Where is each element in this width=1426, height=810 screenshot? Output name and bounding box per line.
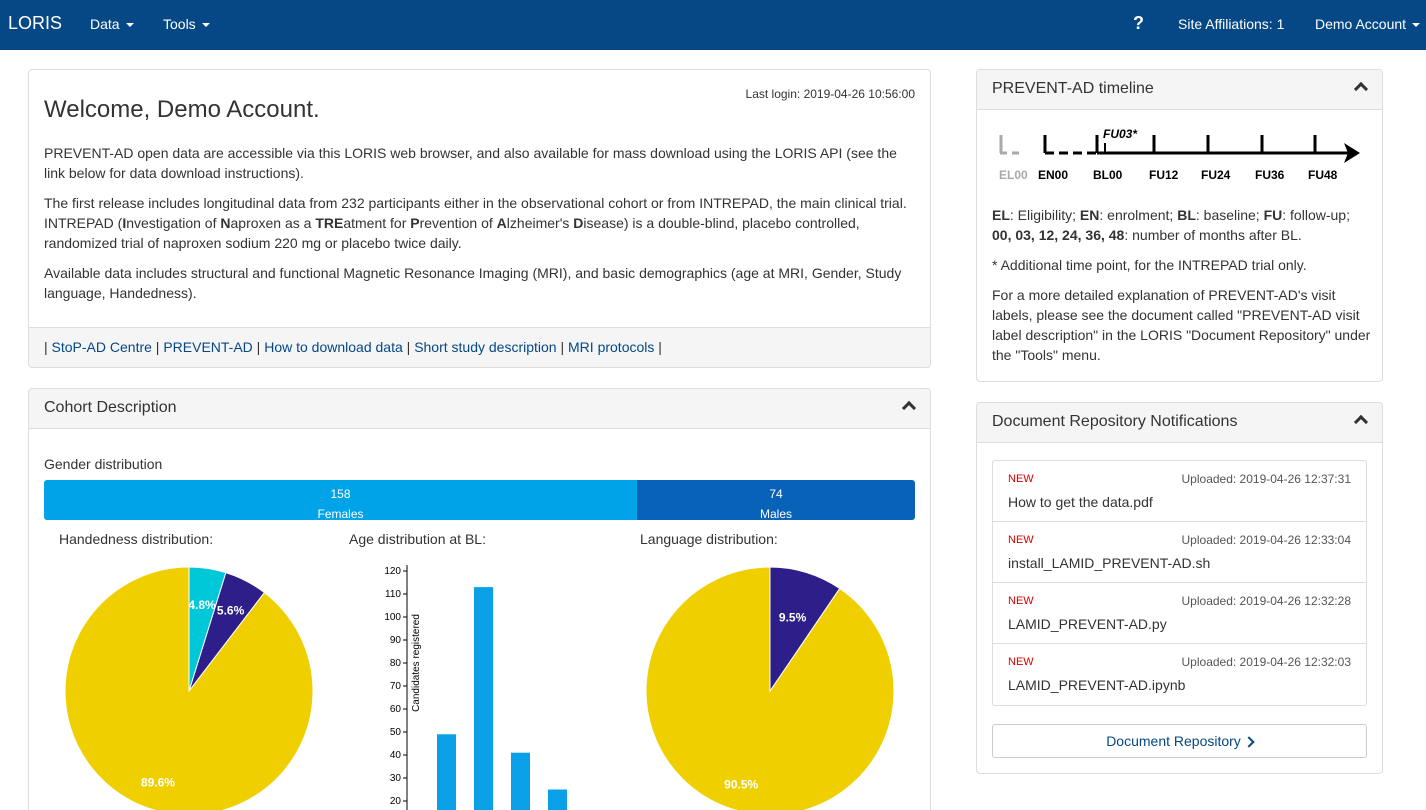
help-icon[interactable]: ? xyxy=(1133,13,1144,34)
timeline-note: * Additional time point, for the INTREPA… xyxy=(992,257,1307,273)
timeline-panel: PREVENT-AD timeline FU03* EL00 EN00 BL00… xyxy=(976,69,1383,382)
age-title: Age distribution at BL: xyxy=(349,531,486,547)
welcome-paragraph: PREVENT-AD open data are accessible via … xyxy=(44,145,897,181)
file-name: LAMID_PREVENT-AD.ipynb xyxy=(1008,677,1186,693)
list-item[interactable]: NEW Uploaded: 2019-04-26 12:32:28 LAMID_… xyxy=(993,583,1366,644)
timeline-label: FU48 xyxy=(1308,168,1338,182)
cohort-heading[interactable]: Cohort Description xyxy=(29,389,930,429)
caret-down-icon xyxy=(125,23,134,28)
menu-data[interactable]: Data xyxy=(90,16,134,32)
pie-label: 9.5% xyxy=(779,611,807,625)
y-tick-label: 40 xyxy=(390,750,402,761)
welcome-title: Welcome, Demo Account. xyxy=(44,96,320,123)
y-tick-label: 90 xyxy=(390,635,402,646)
y-axis-label: Candidates registered xyxy=(411,614,422,712)
handedness-title: Handedness distribution: xyxy=(59,531,214,547)
timeline-label: EN00 xyxy=(1038,168,1068,182)
welcome-panel: Last login: 2019-04-26 10:56:00 Welcome,… xyxy=(28,69,931,368)
upload-date: Uploaded: 2019-04-26 12:33:04 xyxy=(1181,533,1351,547)
y-tick-label: 60 xyxy=(390,704,402,715)
top-navbar: LORIS Data Tools ? Site Affiliations: 1 … xyxy=(0,0,1426,50)
timeline-label: FU36 xyxy=(1255,168,1285,182)
chevron-up-icon[interactable] xyxy=(1353,414,1369,430)
gender-label: Gender distribution xyxy=(44,456,163,472)
site-affiliations[interactable]: Site Affiliations: 1 xyxy=(1178,16,1284,32)
last-login: Last login: 2019-04-26 10:56:00 xyxy=(745,87,915,101)
timeline-label: EL00 xyxy=(999,168,1028,182)
cohort-panel: Cohort Description Gender distribution 1… xyxy=(28,388,931,810)
y-tick-label: 120 xyxy=(384,566,401,577)
timeline-diagram: FU03* EL00 EN00 BL00 FU12 FU24 FU36 FU48 xyxy=(999,127,1360,182)
timeline-abbrev: EL: Eligibility; EN: enrolment; BL: base… xyxy=(992,207,1350,243)
document-repository-button[interactable]: Document Repository xyxy=(992,724,1367,758)
pie-label: 5.6% xyxy=(217,604,245,618)
link-mri-protocols[interactable]: MRI protocols xyxy=(568,339,654,355)
y-tick-label: 110 xyxy=(385,589,401,600)
pie-label: 4.8% xyxy=(188,598,216,612)
cohort-title: Cohort Description xyxy=(44,399,177,416)
list-item[interactable]: NEW Uploaded: 2019-04-26 12:33:04 instal… xyxy=(993,522,1366,583)
males-bar: 74 Males xyxy=(637,480,915,520)
bar xyxy=(474,587,493,810)
timeline-label: BL00 xyxy=(1093,168,1123,182)
link-study-desc[interactable]: Short study description xyxy=(414,339,556,355)
timeline-title: PREVENT-AD timeline xyxy=(992,80,1154,97)
chevron-up-icon[interactable] xyxy=(1353,81,1369,97)
upload-date: Uploaded: 2019-04-26 12:32:28 xyxy=(1181,594,1351,608)
file-name: LAMID_PREVENT-AD.py xyxy=(1008,616,1167,632)
y-tick-label: 30 xyxy=(390,773,402,784)
language-title: Language distribution: xyxy=(640,531,778,547)
timeline-label: FU12 xyxy=(1149,168,1179,182)
age-bar-chart: 20 30 40 50 60 70 80 90 100 110 120 Candidates regi… xyxy=(384,565,567,810)
doc-repo-panel: Document Repository Notifications NEW Up… xyxy=(976,402,1383,774)
language-pie-chart: 90.5% 9.5% xyxy=(645,566,895,810)
bar xyxy=(511,752,530,810)
chevron-right-icon xyxy=(1243,736,1255,748)
welcome-body: PREVENT-AD open data are accessible via … xyxy=(44,143,919,313)
list-item[interactable]: NEW Uploaded: 2019-04-26 12:32:03 LAMID_… xyxy=(993,644,1366,705)
timeline-legend: EL: Eligibility; EN: enrolment; BL: base… xyxy=(992,205,1372,375)
caret-down-icon xyxy=(1412,23,1421,28)
link-download[interactable]: How to download data xyxy=(264,339,403,355)
link-stopad[interactable]: StoP-AD Centre xyxy=(52,339,152,355)
new-badge: NEW xyxy=(1008,656,1034,668)
link-preventad[interactable]: PREVENT-AD xyxy=(163,339,252,355)
file-name: install_LAMID_PREVENT-AD.sh xyxy=(1008,555,1211,571)
new-badge: NEW xyxy=(1008,473,1034,485)
upload-date: Uploaded: 2019-04-26 12:32:03 xyxy=(1181,655,1351,669)
bar xyxy=(437,734,456,810)
handedness-pie-chart: 89.6% 5.6%4.8% xyxy=(64,566,314,810)
brand-logo[interactable]: LORIS xyxy=(8,13,62,34)
upload-date: Uploaded: 2019-04-26 12:37:31 xyxy=(1181,472,1351,486)
timeline-fu03-label: FU03* xyxy=(1103,127,1138,141)
menu-tools[interactable]: Tools xyxy=(163,16,210,32)
docs-heading[interactable]: Document Repository Notifications xyxy=(977,403,1382,443)
docs-title: Document Repository Notifications xyxy=(992,413,1238,430)
gender-bar: 158 Females 74 Males xyxy=(44,480,915,520)
y-tick-label: 20 xyxy=(390,796,402,807)
welcome-paragraph: The first release includes longitudinal … xyxy=(44,195,907,251)
pie-label: 90.5% xyxy=(724,778,758,792)
timeline-label: FU24 xyxy=(1201,168,1231,182)
y-tick-label: 50 xyxy=(390,727,402,738)
y-tick-label: 100 xyxy=(384,612,401,623)
account-menu[interactable]: Demo Account xyxy=(1315,16,1421,32)
timeline-detail: For a more detailed explanation of PREVE… xyxy=(992,287,1371,363)
doc-list: NEW Uploaded: 2019-04-26 12:37:31 How to… xyxy=(992,460,1367,706)
list-item[interactable]: NEW Uploaded: 2019-04-26 12:37:31 How to… xyxy=(993,461,1366,522)
chevron-up-icon[interactable] xyxy=(901,400,917,416)
timeline-heading[interactable]: PREVENT-AD timeline xyxy=(977,70,1382,110)
pie-label: 89.6% xyxy=(141,776,175,790)
welcome-links: | StoP-AD Centre | PREVENT-AD | How to d… xyxy=(29,327,930,367)
y-tick-label: 70 xyxy=(390,681,402,692)
caret-down-icon xyxy=(201,23,210,28)
new-badge: NEW xyxy=(1008,595,1034,607)
females-bar: 158 Females xyxy=(44,480,637,520)
bar xyxy=(548,789,567,810)
welcome-paragraph: Available data includes structural and f… xyxy=(44,265,902,301)
file-name: How to get the data.pdf xyxy=(1008,494,1153,510)
new-badge: NEW xyxy=(1008,534,1034,546)
y-tick-label: 80 xyxy=(390,658,402,669)
